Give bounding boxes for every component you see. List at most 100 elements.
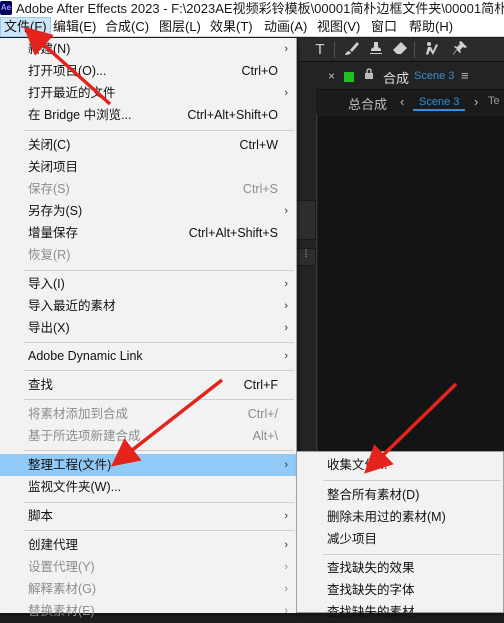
menu-help[interactable]: 帮助(H) [406,17,456,37]
menu-edit[interactable]: 编辑(E) [50,17,99,37]
menu-item-label: 在 Bridge 中浏览... [28,108,132,122]
menu-item-set-proxy[interactable]: 设置代理(Y) › [0,556,296,578]
menu-item-label: 关闭(C) [28,138,71,152]
submenu-item-find-missing-effects[interactable]: 查找缺失的效果 [297,557,503,579]
menu-item-dependencies[interactable]: 整理工程(文件) › [0,454,296,476]
menu-divider [323,554,501,555]
menu-layer[interactable]: 图层(L) [156,17,204,37]
flow-current-comp[interactable]: Scene 3 [413,93,466,111]
menu-bar: 文件(F) 编辑(E) 合成(C) 图层(L) 效果(T) 动画(A) 视图(V… [0,17,504,37]
menu-file[interactable]: 文件(F) [0,17,51,37]
menu-item-label: 查找 [28,378,54,392]
submenu-item-remove-unused-footage[interactable]: 删除未用过的素材(M) [297,506,503,528]
chevron-left-icon[interactable]: ‹ [400,94,404,109]
menu-item-new-comp-from-selection[interactable]: 基于所选项新建合成 Alt+\ [0,425,296,447]
menu-item-label: 整理工程(文件) [28,458,112,472]
menu-item-dynamic-link[interactable]: Adobe Dynamic Link › [0,345,296,367]
composition-navigator: 总合成 ‹ Scene 3 › Te [316,90,504,114]
menu-item-export[interactable]: 导出(X) › [0,317,296,339]
menu-item-label: 基于所选项新建合成 [28,429,141,443]
menu-effect[interactable]: 效果(T) [207,17,256,37]
menu-item-label: 打开最近的文件 [28,86,116,100]
roto-brush-tool-icon[interactable] [422,40,442,60]
menu-item-close-project[interactable]: 关闭项目 [0,156,296,178]
menu-item-label: 增量保存 [28,226,79,240]
after-effects-logo: Ae [0,1,12,15]
menu-item-close[interactable]: 关闭(C) Ctrl+W [0,134,296,156]
menu-item-watch-folder[interactable]: 监视文件夹(W)... [0,476,296,498]
menu-item-label: 导入最近的素材 [28,299,116,313]
chevron-right-icon: › [284,322,288,334]
submenu-item-collect-files[interactable]: 收集文件... [297,454,503,476]
menu-item-shortcut: Ctrl+Alt+Shift+O [187,108,278,122]
submenu-item-find-missing-footage[interactable]: 查找缺失的素材 [297,601,503,623]
menu-item-create-proxy[interactable]: 创建代理 › [0,534,296,556]
menu-item-find[interactable]: 查找 Ctrl+F [0,374,296,396]
menu-item-save[interactable]: 保存(S) Ctrl+S [0,178,296,200]
menu-item-open-recent[interactable]: 打开最近的文件 › [0,82,296,104]
chevron-right-icon: › [284,43,288,55]
clone-stamp-tool-icon[interactable] [366,40,386,60]
submenu-item-reduce-project[interactable]: 减少项目 [297,528,503,550]
flow-parent-comp[interactable]: 总合成 [348,94,387,113]
menu-item-add-footage-to-comp[interactable]: 将素材添加到合成 Ctrl+/ [0,403,296,425]
menu-item-label: 导出(X) [28,321,70,335]
menu-item-label: 保存(S) [28,182,70,196]
menu-item-import[interactable]: 导入(I) › [0,273,296,295]
chevron-right-icon: › [284,300,288,312]
menu-animation[interactable]: 动画(A) [261,17,310,37]
menu-item-scripts[interactable]: 脚本 › [0,505,296,527]
menu-item-label: Adobe Dynamic Link [28,349,143,363]
menu-view[interactable]: 视图(V) [314,17,363,37]
menu-item-new[interactable]: 新建(N) › [0,38,296,60]
toolbar-divider [334,42,335,58]
file-menu-dropdown: 新建(N) › 打开项目(O)... Ctrl+O 打开最近的文件 › 在 Bridg… [0,38,297,618]
chevron-right-icon: › [284,510,288,522]
menu-item-open-project[interactable]: 打开项目(O)... Ctrl+O [0,60,296,82]
chevron-right-icon[interactable]: › [474,94,478,109]
menu-item-revert[interactable]: 恢复(R) [0,244,296,266]
menu-divider [24,342,294,343]
menu-item-label: 查找缺失的素材 [327,605,415,619]
menu-item-shortcut: Ctrl+S [242,182,278,196]
menu-item-label: 新建(N) [28,42,71,56]
lock-icon[interactable] [364,68,374,83]
type-tool-icon[interactable]: T [310,40,330,60]
tools-toolbar: T [298,38,504,62]
menu-item-shortcut: Ctrl+W [239,138,278,152]
panel-edge [296,200,316,240]
submenu-item-consolidate-footage[interactable]: 整合所有素材(D) [297,484,503,506]
menu-item-increment-save[interactable]: 增量保存 Ctrl+Alt+Shift+S [0,222,296,244]
composition-tab-label: 合成 [383,71,410,86]
menu-item-shortcut: Ctrl+/ [247,407,278,421]
menu-item-label: 减少项目 [327,532,378,546]
menu-item-interpret-footage[interactable]: 解释素材(G) › [0,578,296,600]
chevron-right-icon: › [284,278,288,290]
menu-item-shortcut: Ctrl+Alt+Shift+S [188,226,278,240]
menu-item-label: 查找缺失的字体 [327,583,415,597]
brush-tool-icon[interactable] [342,40,362,60]
menu-item-save-as[interactable]: 另存为(S) › [0,200,296,222]
menu-window[interactable]: 窗口 [368,17,400,37]
dependencies-submenu: 收集文件... 整合所有素材(D) 删除未用过的素材(M) 减少项目 查找缺失的… [296,451,504,619]
eraser-tool-icon[interactable] [390,40,410,60]
chevron-right-icon: › [284,87,288,99]
submenu-item-find-missing-fonts[interactable]: 查找缺失的字体 [297,579,503,601]
menu-item-label: 另存为(S) [28,204,83,218]
close-icon[interactable]: × [328,69,335,83]
composition-tab[interactable]: × 合成 Scene 3 ≡ [316,64,504,90]
panel-menu-icon[interactable]: ≡ [461,68,469,83]
menu-item-label: 收集文件... [327,458,388,472]
menu-item-replace-footage[interactable]: 替换素材(E) › [0,600,296,622]
menu-item-label: 恢复(R) [28,248,71,262]
menu-divider [24,530,294,531]
menu-divider [24,370,294,371]
menu-composition[interactable]: 合成(C) [102,17,152,37]
menu-item-import-recent[interactable]: 导入最近的素材 › [0,295,296,317]
puppet-pin-tool-icon[interactable] [450,40,470,60]
menu-item-label: 关闭项目 [28,160,79,174]
flow-next-comp[interactable]: Te [488,95,500,107]
menu-item-label: 将素材添加到合成 [28,407,129,421]
menu-divider [24,450,294,451]
menu-item-browse-bridge[interactable]: 在 Bridge 中浏览... Ctrl+Alt+Shift+O [0,104,296,126]
